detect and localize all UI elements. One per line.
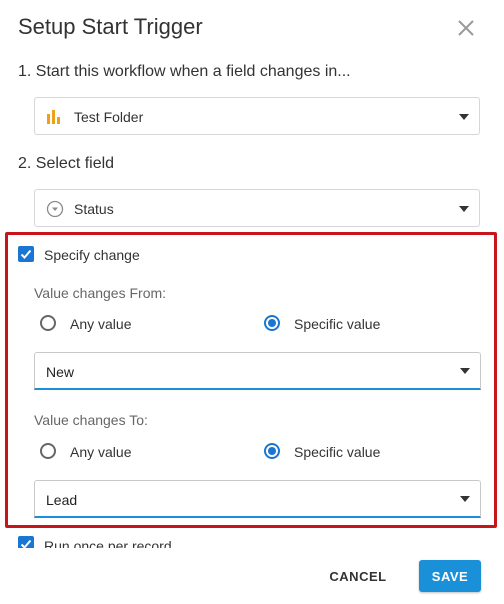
from-any-value-radio[interactable] [40,315,56,331]
step2-label: 2. Select field [18,155,115,172]
run-once-label: Run once per record [44,538,172,548]
chevron-down-icon [460,368,470,374]
folder-select-value: Test Folder [74,109,144,125]
field-select[interactable]: Status [34,189,480,227]
dropdown-circle-icon [46,200,64,223]
to-any-value-radio[interactable] [40,443,56,459]
folder-select[interactable]: Test Folder [34,97,480,135]
from-specific-value-radio[interactable] [264,315,280,331]
cancel-button[interactable]: CANCEL [318,560,398,592]
run-once-row: Run once per record [18,536,218,548]
specify-change-checkbox[interactable] [18,246,34,262]
step1-label: 1. Start this workflow when a field chan… [18,63,351,80]
close-icon[interactable] [456,18,476,38]
bar-chart-icon [46,109,62,130]
run-once-checkbox[interactable] [18,536,34,548]
to-specific-value-radio[interactable] [264,443,280,459]
from-value: New [46,364,75,380]
from-any-value-label: Any value [70,316,132,332]
field-select-value: Status [74,201,114,217]
specify-change-label: Specify change [44,247,140,263]
dialog-title: Setup Start Trigger [18,14,203,39]
to-value: Lead [46,492,78,508]
from-label: Value changes From: [34,285,167,301]
save-button[interactable]: SAVE [419,560,481,592]
from-specific-value-label: Specific value [294,316,381,332]
to-specific-value-label: Specific value [294,444,381,460]
to-any-value-label: Any value [70,444,132,460]
chevron-down-icon [459,114,469,120]
from-value-select[interactable]: New [34,352,481,390]
to-label: Value changes To: [34,412,148,428]
to-value-select[interactable]: Lead [34,480,481,518]
chevron-down-icon [460,496,470,502]
chevron-down-icon [459,206,469,212]
